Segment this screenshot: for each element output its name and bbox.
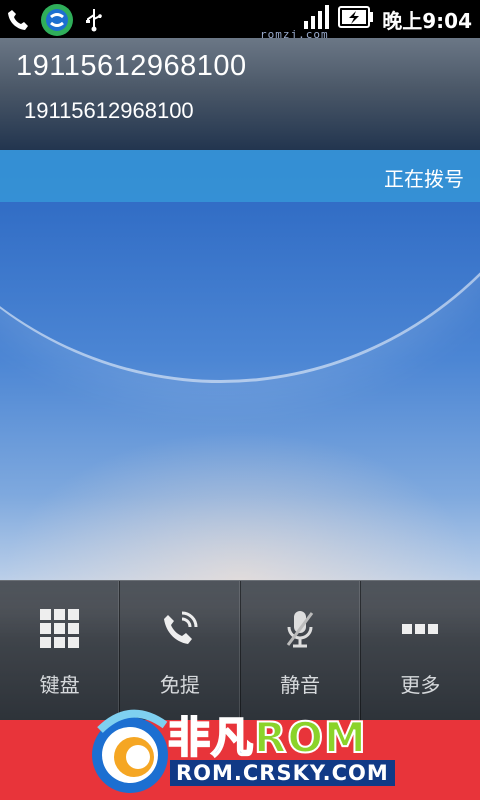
brand-title: 非凡ROM: [167, 704, 367, 765]
more-button[interactable]: 更多: [361, 581, 480, 721]
brand-title-part2: ROM: [253, 712, 367, 763]
brand-logo-icon: [80, 700, 180, 800]
keypad-icon: [0, 609, 119, 649]
speaker-icon: [120, 609, 239, 649]
status-time: 晚上9:04: [382, 8, 472, 33]
call-state-bar: 正在拨号: [0, 150, 480, 202]
caller-number: 19115612968100: [16, 50, 247, 82]
call-screen: 晚上9:04 romzj.com 19115612968100 19115612…: [0, 0, 480, 800]
usb-icon: [84, 7, 104, 37]
mute-label: 静音: [280, 673, 321, 697]
caller-number-secondary: 19115612968100: [24, 98, 194, 123]
in-call-controls: 键盘 免提 静音 更多: [0, 580, 480, 721]
mute-icon: [241, 609, 360, 649]
more-icon: [361, 609, 480, 649]
phone-icon: [6, 8, 30, 36]
status-bar: 晚上9:04: [0, 0, 480, 38]
speaker-label: 免提: [159, 673, 200, 697]
more-label: 更多: [400, 673, 441, 697]
brand-url: ROM.CRSKY.COM: [170, 760, 395, 786]
battery-icon: [338, 6, 374, 32]
caller-info: 19115612968100 19115612968100: [0, 38, 480, 150]
wallpaper-horizon: [0, 430, 480, 580]
mute-button[interactable]: 静音: [241, 581, 361, 721]
call-state-label: 正在拨号: [384, 167, 464, 191]
brand-title-part1: 非凡: [167, 712, 255, 763]
app-icon: [40, 3, 74, 41]
keypad-label: 键盘: [39, 673, 80, 697]
